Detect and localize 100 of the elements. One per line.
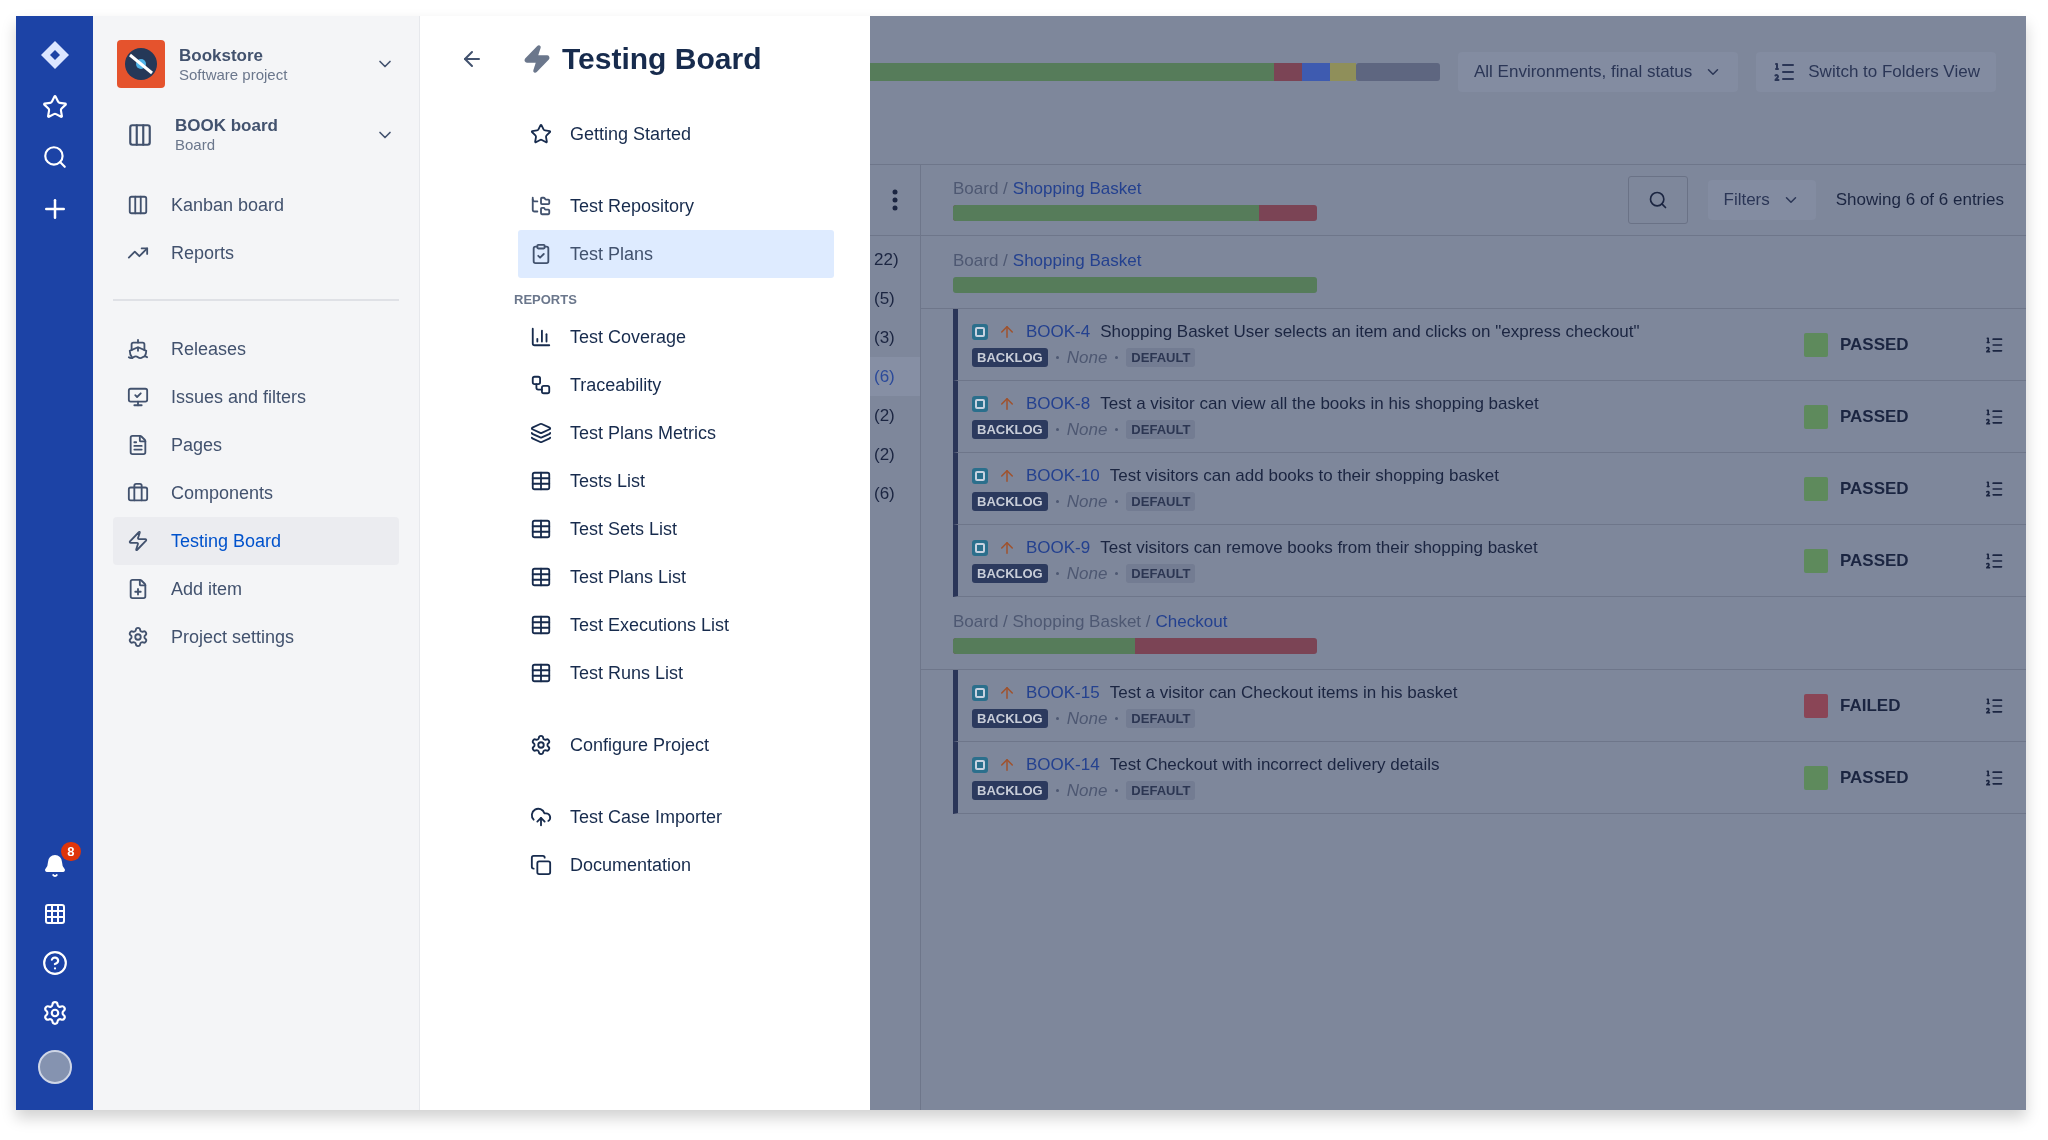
user-avatar[interactable] <box>37 1050 72 1084</box>
menu-item[interactable]: Test Plans List <box>518 553 834 601</box>
star-icon <box>530 123 552 145</box>
project-avatar <box>117 40 165 88</box>
board-name: BOOK board <box>175 116 279 136</box>
test-type-icon <box>972 467 988 484</box>
layers-icon <box>530 422 552 444</box>
status-tag: BACKLOG <box>972 709 1048 728</box>
sidebar-item[interactable]: Reports <box>113 229 399 277</box>
test-title: Test Checkout with incorrect delivery details <box>1109 754 1440 775</box>
search-button[interactable] <box>1627 176 1688 224</box>
environment-tag: DEFAULT <box>1126 564 1196 583</box>
search-icon <box>41 144 68 170</box>
bell-icon <box>42 854 67 878</box>
status-tag: BACKLOG <box>972 781 1048 800</box>
settings-icon <box>530 734 552 756</box>
environment-tag: DEFAULT <box>1126 781 1196 800</box>
menu-item[interactable]: Test Repository <box>518 182 834 230</box>
panel-title: Testing Board <box>522 42 762 76</box>
board-type: Board <box>175 136 217 153</box>
test-type-icon <box>972 395 988 412</box>
sidebar-item[interactable]: Pages <box>113 421 399 469</box>
test-title: Test visitors can add books to their shopping basket <box>1109 465 1500 486</box>
cloud-upload-icon <box>530 806 552 828</box>
sidebar-item[interactable]: Kanban board <box>113 181 399 229</box>
columns-icon <box>127 194 149 216</box>
filters-dropdown[interactable]: Filters <box>1707 180 1816 220</box>
result-label: PASSED <box>1840 334 1909 355</box>
test-title: Test a visitor can Checkout items in his basket <box>1109 682 1458 703</box>
menu-item[interactable]: Getting Started <box>518 110 834 158</box>
folder-count[interactable]: 22) <box>870 240 920 279</box>
result-label: PASSED <box>1840 478 1909 499</box>
sidebar-item[interactable]: Components <box>113 469 399 517</box>
environment-tag: DEFAULT <box>1126 492 1196 511</box>
folder-count[interactable]: (2) <box>870 396 920 435</box>
test-type-icon <box>972 756 988 773</box>
project-name: Bookstore <box>179 45 265 66</box>
folder-count[interactable]: (6) <box>870 474 920 513</box>
section-heading: REPORTS <box>514 292 578 307</box>
list-icon <box>1772 60 1797 84</box>
folder-count[interactable]: (5) <box>870 279 920 318</box>
briefcase-icon <box>127 482 149 504</box>
search-icon <box>1647 190 1668 210</box>
sidebar-item[interactable]: Issues and filters <box>113 373 399 421</box>
folders-view-button[interactable]: Switch to Folders View <box>1756 52 1996 92</box>
workflow-icon <box>530 374 552 396</box>
file-plus-icon <box>127 578 149 600</box>
sidebar-item[interactable]: Project settings <box>113 613 399 661</box>
environment-dropdown[interactable]: All Environments, final status <box>1458 52 1739 92</box>
menu-item[interactable]: Test Plans <box>518 230 834 278</box>
more-icon[interactable] <box>892 189 898 211</box>
board-columns-icon <box>127 121 153 148</box>
test-type-icon <box>972 323 988 340</box>
result-label: PASSED <box>1840 550 1909 571</box>
menu-item[interactable]: Test Case Importer <box>518 793 834 841</box>
result-label: PASSED <box>1840 406 1909 427</box>
environment-tag: DEFAULT <box>1126 348 1196 367</box>
menu-item[interactable]: Test Coverage <box>518 313 834 361</box>
test-title: Test visitors can remove books from their shopping basket <box>1100 537 1538 558</box>
bar-chart-icon <box>530 326 552 348</box>
status-tag: BACKLOG <box>972 420 1048 439</box>
notification-badge: 8 <box>61 842 81 861</box>
table-icon <box>530 518 552 540</box>
ship-icon <box>127 338 149 360</box>
monitor-check-icon <box>127 386 149 408</box>
folder-tree-icon <box>530 195 552 217</box>
entries-count: Showing 6 of 6 entries <box>1835 190 2004 210</box>
grid-icon <box>42 902 67 926</box>
menu-item[interactable]: Test Runs List <box>518 649 834 697</box>
menu-item[interactable]: Test Plans Metrics <box>518 409 834 457</box>
clipboard-check-icon <box>530 243 552 265</box>
help-icon <box>41 950 68 976</box>
star-icon <box>41 94 68 120</box>
folder-count[interactable]: (2) <box>870 435 920 474</box>
menu-item[interactable]: Configure Project <box>518 721 834 769</box>
menu-item[interactable]: Test Executions List <box>518 601 834 649</box>
menu-item[interactable]: Tests List <box>518 457 834 505</box>
sidebar-item[interactable]: Add item <box>113 565 399 613</box>
sidebar-item[interactable]: Releases <box>113 325 399 373</box>
status-tag: BACKLOG <box>972 348 1048 367</box>
document-icon <box>127 434 149 456</box>
lightning-icon <box>127 530 149 552</box>
result-label: PASSED <box>1840 767 1909 788</box>
menu-item[interactable]: Traceability <box>518 361 834 409</box>
table-icon <box>530 470 552 492</box>
diamond-logo-icon[interactable] <box>39 40 70 70</box>
status-tag: BACKLOG <box>972 564 1048 583</box>
table-icon <box>530 566 552 588</box>
sidebar-item[interactable]: Testing Board <box>113 517 399 565</box>
test-type-icon <box>972 539 988 556</box>
environment-tag: DEFAULT <box>1126 420 1196 439</box>
result-label: FAILED <box>1840 695 1901 716</box>
test-title: Test a visitor can view all the books in his shopping basket <box>1100 393 1539 414</box>
menu-item[interactable]: Test Sets List <box>518 505 834 553</box>
settings-icon <box>127 626 149 648</box>
settings-icon <box>41 1000 68 1026</box>
project-type: Software project <box>179 65 289 83</box>
folder-count[interactable]: (3) <box>870 318 920 357</box>
lightning-icon <box>522 44 552 74</box>
menu-item[interactable]: Documentation <box>518 841 834 889</box>
